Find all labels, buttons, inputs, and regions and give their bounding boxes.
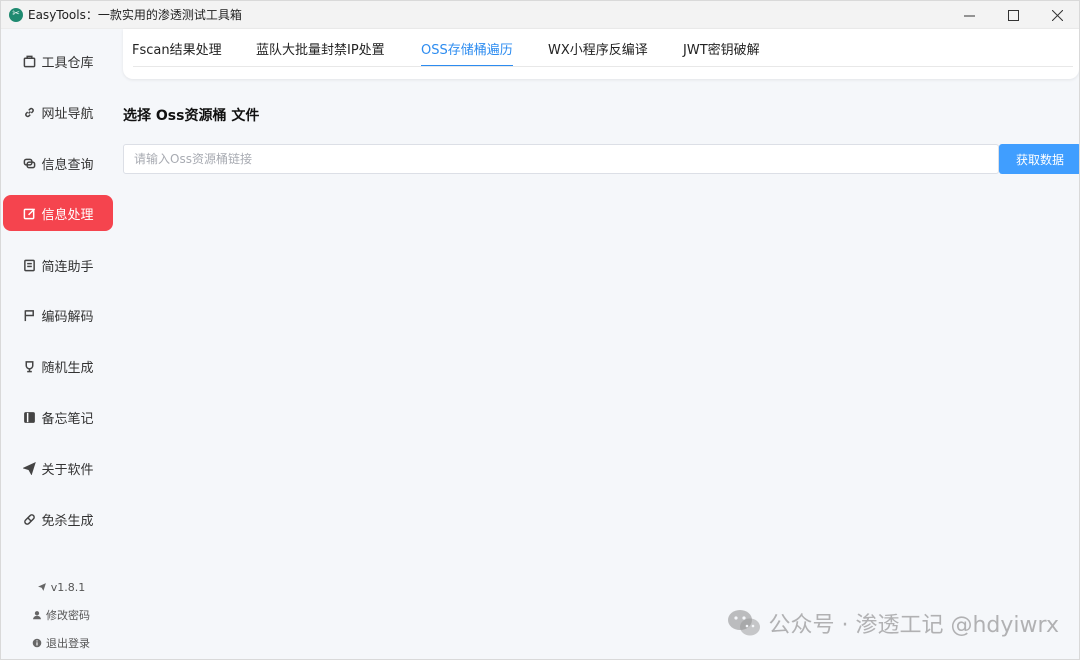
document-icon [22, 258, 36, 272]
sidebar-item-label: 信息查询 [41, 157, 94, 173]
sidebar-item-label: 关于软件 [41, 462, 94, 478]
logout-link[interactable]: 退出登录 [1, 634, 121, 652]
box-icon [22, 54, 36, 68]
edit-icon [22, 206, 36, 220]
chat-icon [22, 156, 36, 170]
watermark: 公众号 · 渗透工记 @hdyiwrx [727, 607, 1059, 639]
sidebar-item-memo-notes[interactable]: 备忘笔记 [3, 399, 113, 435]
link-icon [22, 105, 36, 119]
info-icon [32, 638, 42, 648]
sidebar-item-label: 工具仓库 [41, 55, 94, 71]
window-title: EasyTools：一款实用的渗透测试工具箱 [28, 8, 242, 22]
minimize-button[interactable] [947, 1, 991, 29]
maximize-button[interactable] [991, 1, 1035, 29]
sidebar-item-info-process[interactable]: 信息处理 [3, 195, 113, 231]
wechat-icon [727, 609, 761, 637]
tab-blue-team-ip-ban[interactable]: 蓝队大批量封禁IP处置 [256, 39, 385, 65]
notebook-icon [22, 410, 36, 424]
change-password-text: 修改密码 [46, 609, 90, 622]
version-label: v1.8.1 [1, 578, 121, 596]
window-controls [947, 1, 1079, 29]
tab-divider [133, 66, 1073, 67]
sidebar: 工具仓库 网址导航 信息查询 信息处理 简连助手 编码解码 随机生成 备忘笔记 [1, 29, 121, 659]
close-button[interactable] [1035, 1, 1079, 29]
title-bar: ✂ EasyTools：一款实用的渗透测试工具箱 [1, 1, 1079, 29]
send-small-icon [37, 582, 47, 592]
sidebar-item-label: 网址导航 [41, 106, 94, 122]
sidebar-item-av-bypass[interactable]: 免杀生成 [3, 501, 113, 537]
sidebar-item-label: 信息处理 [41, 207, 94, 223]
sidebar-item-about[interactable]: 关于软件 [3, 450, 113, 486]
logout-text: 退出登录 [46, 637, 90, 650]
sidebar-item-random-gen[interactable]: 随机生成 [3, 348, 113, 384]
sidebar-item-label: 简连助手 [41, 259, 94, 275]
sidebar-item-label: 编码解码 [41, 309, 94, 325]
fetch-data-button[interactable]: 获取数据 [999, 144, 1079, 174]
sidebar-item-label: 备忘笔记 [41, 411, 94, 427]
sidebar-item-connect-helper[interactable]: 简连助手 [3, 247, 113, 283]
app-window: ✂ EasyTools：一款实用的渗透测试工具箱 工具仓库 网址导航 信息查询 [0, 0, 1080, 660]
sidebar-item-info-query[interactable]: 信息查询 [3, 145, 113, 181]
watermark-text: 公众号 · 渗透工记 @hdyiwrx [768, 613, 1059, 638]
app-logo-icon: ✂ [9, 7, 23, 22]
user-icon [32, 610, 42, 620]
tab-jwt-crack[interactable]: JWT密钥破解 [683, 39, 760, 65]
sidebar-item-encode-decode[interactable]: 编码解码 [3, 297, 113, 333]
flag-icon [22, 308, 36, 322]
tab-fscan[interactable]: Fscan结果处理 [132, 39, 222, 65]
change-password-link[interactable]: 修改密码 [1, 606, 121, 624]
main-content: Fscan结果处理 蓝队大批量封禁IP处置 OSS存储桶遍历 WX小程序反编译 … [121, 29, 1079, 659]
send-icon [22, 461, 36, 475]
tab-oss-bucket[interactable]: OSS存储桶遍历 [421, 39, 513, 67]
section-title: 选择 Oss资源桶 文件 [123, 108, 260, 124]
trophy-icon [22, 359, 36, 373]
pill-icon [22, 512, 36, 526]
maximize-icon [1007, 9, 1019, 21]
oss-url-input[interactable] [123, 144, 999, 174]
close-icon [1051, 9, 1063, 21]
version-text: v1.8.1 [50, 580, 86, 594]
minimize-icon [963, 15, 975, 16]
sidebar-item-url-nav[interactable]: 网址导航 [3, 94, 113, 130]
sidebar-item-label: 随机生成 [41, 360, 94, 376]
tab-bar: Fscan结果处理 蓝队大批量封禁IP处置 OSS存储桶遍历 WX小程序反编译 … [123, 29, 1079, 79]
sidebar-item-label: 免杀生成 [41, 513, 94, 529]
tab-wx-decompile[interactable]: WX小程序反编译 [548, 39, 648, 65]
sidebar-item-tool-repo[interactable]: 工具仓库 [3, 43, 113, 79]
